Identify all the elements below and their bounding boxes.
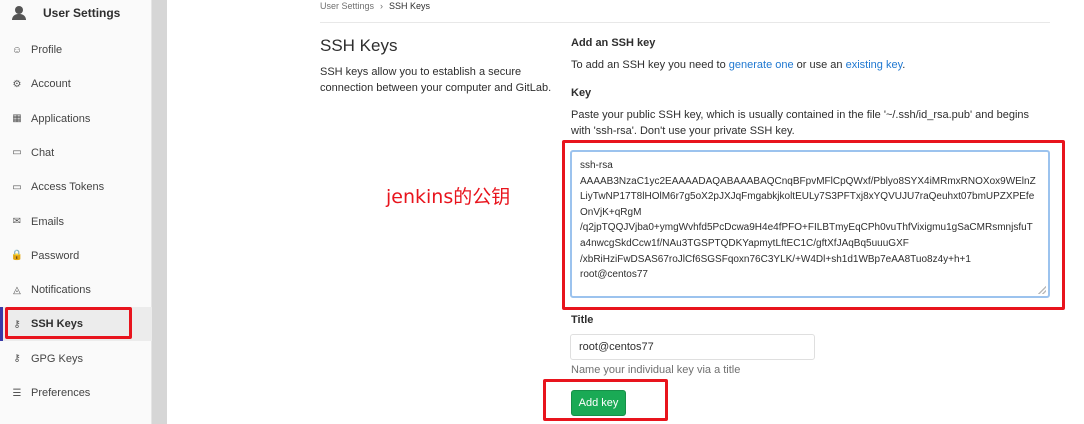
existing-key-link[interactable]: existing key xyxy=(846,59,903,71)
profile-icon: ☺ xyxy=(11,44,23,56)
intro-text: To add an SSH key you need to xyxy=(571,59,729,71)
sidebar-item-gpg-keys[interactable]: ⚷ GPG Keys xyxy=(0,342,152,376)
sidebar-header[interactable]: User Settings xyxy=(0,0,152,26)
key-line: OnVjK+qRgM xyxy=(580,206,642,218)
add-ssh-key-heading: Add an SSH key xyxy=(571,37,656,49)
add-ssh-key-intro: To add an SSH key you need to generate o… xyxy=(571,57,905,73)
key-line: LiyTwNP17T8lHOlM6r7g5oX2pJXJqFmgabkjkolt… xyxy=(580,191,1035,203)
title-label: Title xyxy=(571,314,594,326)
chat-icon: ▭ xyxy=(12,147,22,159)
key-line: /q2jpTQQJVjba0+ymgWvhfd5PcDcwa9H4e4fPFO+… xyxy=(580,222,1033,234)
title-input[interactable]: root@centos77 xyxy=(570,334,815,360)
intro-text: or use an xyxy=(793,59,846,71)
key-line: AAAAB3NzaC1yc2EAAAADAQABAAABAQCnqBFpvMFl… xyxy=(580,175,1036,187)
sidebar-item-label: Emails xyxy=(31,215,65,228)
key-line: a4nwcgSkdCcw1f/NAu3TGSPTQDKYapmytLftEC1C… xyxy=(580,237,909,249)
breadcrumb-parent[interactable]: User Settings xyxy=(320,1,374,11)
breadcrumb: User Settings › SSH Keys xyxy=(320,0,430,12)
sidebar-item-notifications[interactable]: ◬ Notifications xyxy=(0,273,152,307)
key-help-text: Paste your public SSH key, which is usua… xyxy=(571,109,1030,137)
sidebar-item-applications[interactable]: ▦ Applications xyxy=(0,102,152,136)
sliders-icon: ☰ xyxy=(12,387,22,399)
sidebar-scrollbar[interactable] xyxy=(152,0,167,424)
sidebar-item-access-tokens[interactable]: ▭ Access Tokens xyxy=(0,170,152,204)
bell-icon: ◬ xyxy=(13,284,21,296)
sidebar-item-label: GPG Keys xyxy=(31,352,83,365)
sidebar-item-label: Access Tokens xyxy=(31,181,105,194)
key-line: root@centos77 xyxy=(580,269,648,281)
sidebar-item-label: Account xyxy=(31,78,71,91)
key-textarea[interactable]: ssh-rsa AAAAB3NzaC1yc2EAAAADAQABAAABAQCnq… xyxy=(570,150,1050,298)
sidebar-item-chat[interactable]: ▭ Chat xyxy=(0,136,152,170)
account-icon: ⚙ xyxy=(12,78,22,90)
sidebar-item-label: Chat xyxy=(31,146,55,159)
resize-handle-icon[interactable] xyxy=(1038,286,1046,294)
add-key-button[interactable]: Add key xyxy=(571,390,626,416)
breadcrumb-separator-icon: › xyxy=(380,1,384,11)
token-icon: ▭ xyxy=(12,181,22,193)
key-textarea-content: ssh-rsa AAAAB3NzaC1yc2EAAAADAQABAAABAQCnq… xyxy=(580,158,1040,283)
key-line: ssh-rsa xyxy=(580,160,613,171)
key-icon: ⚷ xyxy=(13,318,21,330)
title-help-text: Name your individual key via a title xyxy=(571,364,741,376)
sidebar-title: User Settings xyxy=(43,6,121,20)
sidebar-item-ssh-keys[interactable]: ⚷ SSH Keys xyxy=(0,307,152,342)
key-line: /xbRiHziFwDSAS67roJlCf6SGSFqoxn76C3YLK/+… xyxy=(580,253,971,265)
sidebar-item-label: Preferences xyxy=(31,387,91,399)
sidebar-item-password[interactable]: 🔒 Password xyxy=(0,239,152,273)
sidebar-item-profile[interactable]: ☺ Profile xyxy=(0,33,152,67)
annotation-label: jenkins的公钥 xyxy=(386,186,511,208)
applications-icon: ▦ xyxy=(12,113,22,125)
sidebar-item-label: Applications xyxy=(31,112,91,125)
sidebar-item-label: Password xyxy=(31,249,80,262)
sidebar-item-emails[interactable]: ✉ Emails xyxy=(0,205,152,239)
sidebar: User Settings ☺ Profile ⚙ Account ▦ Applicati… xyxy=(0,0,152,424)
sidebar-item-preferences[interactable]: ☰ Preferences xyxy=(0,376,152,410)
divider xyxy=(320,22,1050,23)
key-label: Key xyxy=(571,87,592,99)
section-description: SSH keys allow you to establish a secure… xyxy=(320,66,552,94)
sidebar-item-account[interactable]: ⚙ Account xyxy=(0,67,152,101)
sidebar-item-label: Profile xyxy=(31,44,63,56)
sidebar-item-label: Notifications xyxy=(31,284,91,297)
lock-icon: 🔒 xyxy=(10,250,24,262)
sidebar-item-label: SSH Keys xyxy=(31,318,83,331)
intro-text: . xyxy=(902,59,906,71)
generate-one-link[interactable]: generate one xyxy=(729,59,794,71)
user-avatar-icon xyxy=(12,6,26,20)
email-icon: ✉ xyxy=(12,216,22,227)
breadcrumb-current[interactable]: SSH Keys xyxy=(389,1,430,11)
key-icon: ⚷ xyxy=(13,353,21,365)
page-title: SSH Keys xyxy=(320,36,398,55)
